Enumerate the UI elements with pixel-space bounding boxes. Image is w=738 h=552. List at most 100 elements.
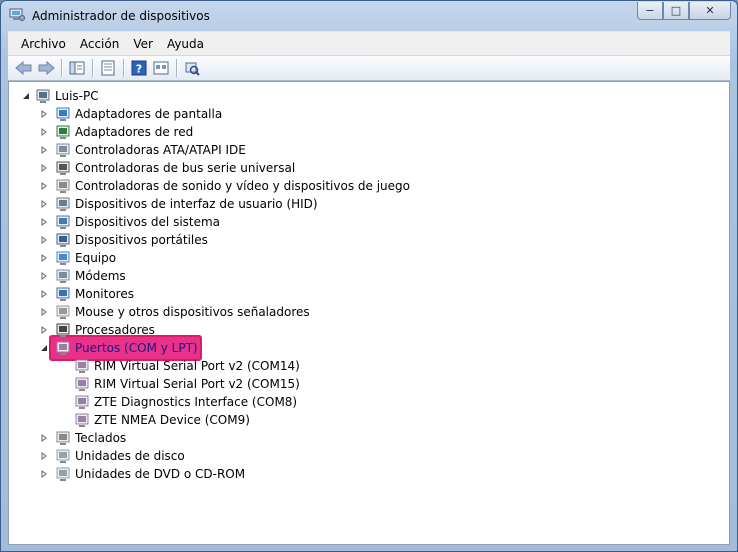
tree-category-node[interactable]: Controladoras de sonido y vídeo y dispos… [9,177,729,195]
tree-node-label: ZTE Diagnostics Interface (COM8) [94,395,298,409]
expand-arrow-icon[interactable] [39,307,49,317]
tree-category-node[interactable]: Dispositivos portátiles [9,231,729,249]
tree-node-label: Luis-PC [55,89,99,103]
tree-category-node[interactable]: Unidades de disco [9,447,729,465]
tree-node-label: Unidades de DVD o CD-ROM [75,467,246,481]
network-adapter-icon [55,124,71,140]
tree-category-node[interactable]: Puertos (COM y LPT) [9,339,729,357]
tree-node-label: RIM Virtual Serial Port v2 (COM15) [94,377,300,391]
tree-category-node[interactable]: Equipo [9,249,729,267]
portable-device-icon [55,232,71,248]
svg-text:?: ? [136,63,142,76]
minimize-button[interactable]: − [637,2,663,20]
scan-hardware-button[interactable] [181,58,203,78]
tree-category-node[interactable]: Adaptadores de pantalla [9,105,729,123]
expand-arrow-icon[interactable] [39,235,49,245]
collapse-arrow-icon[interactable] [21,91,31,101]
tree-category-node[interactable]: Controladoras de bus serie universal [9,159,729,177]
tree-category-node[interactable]: Unidades de DVD o CD-ROM [9,465,729,483]
tree-category-node[interactable]: Monitores [9,285,729,303]
tree-category-node[interactable]: Mouse y otros dispositivos señaladores [9,303,729,321]
expand-arrow-icon[interactable] [39,127,49,137]
tree-port-node[interactable]: RIM Virtual Serial Port v2 (COM14) [9,357,729,375]
expand-arrow-icon[interactable] [39,253,49,263]
tree-node-label: Controladoras de sonido y vídeo y dispos… [75,179,410,193]
menu-accion[interactable]: Acción [73,37,126,51]
tree-node-label: Controladoras ATA/ATAPI IDE [75,143,246,157]
tree-node-label: Módems [75,269,126,283]
dvd-drive-icon [55,466,71,482]
tree-node-label: Puertos (COM y LPT) [75,341,198,355]
tree-node-label: Monitores [75,287,134,301]
update-driver-icon [153,61,169,75]
device-tree-panel[interactable]: Luis-PC Adaptadores de pantalla Adaptadore… [8,81,730,545]
port-icon [74,376,90,392]
toolbar-separator [123,59,124,77]
expand-arrow-icon[interactable] [39,199,49,209]
expand-arrow-icon[interactable] [39,145,49,155]
device-manager-app-icon [9,8,25,21]
menu-ver[interactable]: Ver [126,37,160,51]
tree-node-label: Adaptadores de pantalla [75,107,223,121]
properties-icon [101,60,115,76]
help-icon: ? [131,60,147,76]
usb-icon [55,160,71,176]
menu-archivo[interactable]: Archivo [14,37,73,51]
expand-arrow-icon[interactable] [39,271,49,281]
tree-category-node[interactable]: Adaptadores de red [9,123,729,141]
tree-category-node[interactable]: Dispositivos del sistema [9,213,729,231]
scan-hardware-icon [185,62,200,76]
expand-arrow-icon[interactable] [39,109,49,119]
tree-node-label: Adaptadores de red [75,125,194,139]
expand-arrow-icon[interactable] [39,451,49,461]
root-pc-icon [35,88,51,104]
tree-port-node[interactable]: RIM Virtual Serial Port v2 (COM15) [9,375,729,393]
tree-node-label: Mouse y otros dispositivos señaladores [75,305,310,319]
expand-arrow-icon[interactable] [39,469,49,479]
show-hide-tree-button[interactable] [66,58,88,78]
back-arrow-icon [15,61,32,75]
keyboard-icon [55,430,71,446]
tree-category-node[interactable]: Teclados [9,429,729,447]
toolbar-separator [92,59,93,77]
port-icon [74,394,90,410]
menu-ayuda[interactable]: Ayuda [160,37,211,51]
tree-category-node[interactable]: Dispositivos de interfaz de usuario (HID… [9,195,729,213]
toolbar: ? [8,55,730,81]
forward-arrow-icon [38,61,55,75]
disk-drive-icon [55,448,71,464]
expand-arrow-icon[interactable] [39,181,49,191]
tree-node-label: Controladoras de bus serie universal [75,161,296,175]
port-icon [74,358,90,374]
close-button[interactable]: ✕ [689,2,731,20]
expand-arrow-icon[interactable] [39,433,49,443]
menu-bar: Archivo Acción Ver Ayuda [8,31,730,56]
port-icon [74,412,90,428]
toolbar-separator [176,59,177,77]
system-device-icon [55,214,71,230]
expand-arrow-icon[interactable] [39,289,49,299]
maximize-icon: □ [670,4,682,17]
expand-arrow-icon[interactable] [39,325,49,335]
tree-node-label: RIM Virtual Serial Port v2 (COM14) [94,359,300,373]
window-title: Administrador de dispositivos [32,9,210,23]
tree-root-node[interactable]: Luis-PC [9,87,729,105]
tree-category-node[interactable]: Procesadores [9,321,729,339]
toolbar-separator [61,59,62,77]
expand-arrow-icon[interactable] [39,217,49,227]
tree-node-label: Dispositivos portátiles [75,233,208,247]
collapse-arrow-icon[interactable] [39,343,49,353]
update-driver-button[interactable] [150,58,172,78]
maximize-button[interactable]: □ [663,2,689,20]
tree-port-node[interactable]: ZTE NMEA Device (COM9) [9,411,729,429]
expand-arrow-icon[interactable] [39,163,49,173]
back-button[interactable] [13,58,35,78]
tree-port-node[interactable]: ZTE Diagnostics Interface (COM8) [9,393,729,411]
help-button[interactable]: ? [128,58,150,78]
show-hide-tree-icon [69,61,85,75]
title-bar[interactable]: Administrador de dispositivos − □ ✕ [1,1,737,31]
tree-category-node[interactable]: Módems [9,267,729,285]
forward-button[interactable] [35,58,57,78]
properties-button[interactable] [97,58,119,78]
tree-category-node[interactable]: Controladoras ATA/ATAPI IDE [9,141,729,159]
